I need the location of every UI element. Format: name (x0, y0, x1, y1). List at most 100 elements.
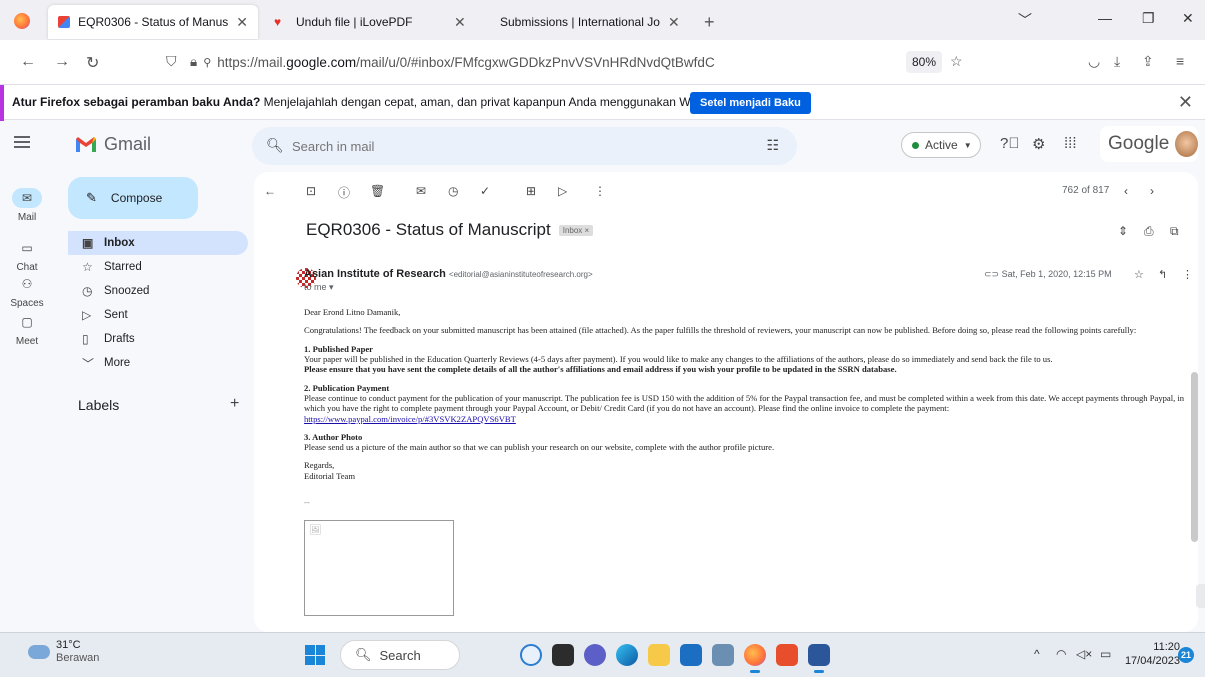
older-icon[interactable]: › (1150, 184, 1154, 198)
compose-button[interactable]: ✎ Compose (68, 177, 198, 219)
sidebar-item-sent[interactable]: ▷ Sent (68, 303, 248, 327)
forward-icon[interactable]: → (54, 53, 70, 71)
firefox-taskbar-icon[interactable] (744, 644, 766, 673)
paypal-invoice-link[interactable]: https://www.paypal.com/invoice/p/#3VSVK2… (304, 414, 516, 424)
notification-badge[interactable]: 21 (1178, 647, 1194, 663)
message-more-icon[interactable]: ⋮ (1182, 268, 1193, 281)
back-to-inbox-icon[interactable]: ← (264, 184, 276, 198)
move-to-icon[interactable]: ⊞ (526, 184, 536, 198)
back-icon[interactable]: ← (20, 53, 36, 71)
weather-widget[interactable]: 31°C Berawan (24, 639, 99, 665)
reply-icon[interactable]: ↰ (1158, 268, 1167, 281)
gmail-logo[interactable]: Gmail (76, 134, 151, 155)
sidebar-item-drafts[interactable]: ▯ Drafts (68, 327, 248, 351)
close-tab-icon[interactable]: ✕ (668, 14, 680, 31)
star-message-icon[interactable]: ☆ (1134, 268, 1144, 281)
tab-gmail[interactable]: EQR0306 - Status of Manuscript ✕ (48, 5, 258, 39)
section-title: 1. Published Paper (304, 343, 373, 354)
minimize-icon[interactable]: — (1098, 10, 1112, 26)
delete-icon[interactable]: 🗑︎ (370, 184, 385, 198)
pocket-icon[interactable]: ◡ (1088, 53, 1100, 70)
sidebar-item-more[interactable]: ﹀ More (68, 351, 248, 375)
apps-grid-icon[interactable]: ⁞⁞⁞ (1064, 135, 1077, 152)
close-window-icon[interactable]: ✕ (1182, 10, 1194, 27)
rail-item-spaces[interactable]: ⚇ Spaces (0, 274, 54, 309)
download-icon[interactable]: ⤓ (1114, 53, 1120, 70)
menu-icon[interactable]: ≡ (1176, 53, 1184, 69)
snooze-icon[interactable]: ◷ (448, 184, 458, 198)
reload-icon[interactable]: ↻ (86, 53, 99, 73)
close-tab-icon[interactable]: ✕ (236, 14, 248, 31)
bookmark-star-icon[interactable]: ☆ (950, 53, 963, 70)
search-options-icon[interactable]: ☷ (766, 137, 779, 154)
share-icon[interactable]: ⇪ (1142, 53, 1154, 70)
wifi-icon[interactable]: ◠ (1056, 647, 1066, 661)
google-account[interactable]: Google (1100, 126, 1198, 162)
rail-item-mail[interactable]: ✉ Mail (0, 188, 54, 223)
restore-icon[interactable]: ❐ (1142, 10, 1155, 27)
cloud-sun-icon (24, 639, 50, 659)
inbox-label-badge[interactable]: Inbox × (558, 224, 594, 236)
close-tab-icon[interactable]: ✕ (454, 14, 466, 31)
signoff: Regards, Editorial Team (304, 460, 1194, 481)
expand-icon[interactable]: ⇕ (1118, 224, 1128, 238)
sidebar-item-inbox[interactable]: ▣ Inbox (68, 231, 248, 255)
firefox-logo-icon[interactable] (14, 13, 30, 29)
gear-icon[interactable]: ⚙ (1032, 135, 1045, 153)
rail-item-chat[interactable]: ▭ Chat (0, 238, 54, 273)
battery-icon[interactable]: ▭ (1100, 647, 1111, 661)
rail-item-meet[interactable]: ▢ Meet (0, 312, 54, 347)
newer-icon[interactable]: ‹ (1124, 184, 1128, 198)
notification-accent (0, 85, 4, 121)
sender-name[interactable]: Asian Institute of Research (304, 268, 446, 280)
tab-ilovepdf[interactable]: ♥ Unduh file | iLovePDF ✕ (264, 5, 488, 39)
new-tab-button[interactable]: + (694, 5, 725, 39)
sidebar-item-starred[interactable]: ☆ Starred (68, 255, 248, 279)
set-default-button[interactable]: Setel menjadi Baku (690, 92, 811, 114)
tab-list-icon[interactable]: ﹀ (1018, 10, 1032, 30)
more-options-icon[interactable]: ⋮ (594, 184, 606, 198)
mark-unread-icon[interactable]: ✉ (416, 184, 426, 198)
add-task-icon[interactable]: ✓ (480, 184, 490, 198)
url-bar[interactable]: 🔒︎ ⚲ https://mail. google.com/mail/u/0/#i… (190, 48, 965, 76)
side-panel-toggle[interactable] (1196, 584, 1205, 608)
system-clock[interactable]: 11:20 17/04/2023 (1120, 640, 1180, 668)
avatar[interactable] (1175, 131, 1198, 157)
label-icon[interactable]: ▷ (558, 184, 567, 198)
photos-icon[interactable] (712, 644, 734, 666)
foxit-icon[interactable] (776, 644, 798, 666)
notification-text: Menjelajahlah dengan cepat, aman, dan pr… (260, 95, 708, 109)
search-bar[interactable]: 🔍︎ ☷ (252, 127, 797, 165)
lock-icon[interactable]: 🔒︎ (190, 54, 197, 70)
bing-app-icon[interactable] (520, 644, 542, 666)
open-new-window-icon[interactable]: ⧉ (1170, 224, 1179, 239)
scrollbar[interactable] (1191, 372, 1198, 542)
tab-submissions[interactable]: Submissions | International Jour ✕ (490, 5, 690, 39)
word-icon[interactable] (808, 644, 830, 673)
main-menu-icon[interactable] (14, 136, 30, 148)
task-view-icon[interactable] (552, 644, 574, 666)
windows-start-icon[interactable] (305, 645, 325, 665)
status-dropdown[interactable]: Active ▼ (901, 132, 981, 158)
print-icon[interactable]: ⎙ (1144, 224, 1154, 239)
permissions-icon[interactable]: ⚲ (203, 56, 211, 69)
mail-app-icon[interactable] (680, 644, 702, 666)
chevron-up-icon[interactable]: ^ (1034, 647, 1040, 661)
close-notification-icon[interactable]: ✕ (1178, 92, 1193, 113)
add-label-icon[interactable]: + (230, 395, 239, 413)
archive-icon[interactable]: ⊡ (306, 184, 316, 198)
report-spam-icon[interactable]: ⓘ (338, 184, 350, 201)
zoom-level[interactable]: 80% (906, 51, 942, 73)
edge-icon[interactable] (616, 644, 638, 666)
shield-icon[interactable]: ⛉ (166, 53, 177, 70)
search-icon[interactable]: 🔍︎ (266, 137, 284, 154)
help-icon[interactable]: ?⃝ (1000, 135, 1020, 152)
taskbar-search[interactable]: 🔍︎ Search (340, 640, 460, 670)
file-explorer-icon[interactable] (648, 644, 670, 666)
signature-image-placeholder: 🖼︎ (304, 520, 454, 616)
search-input[interactable] (292, 136, 692, 156)
chat-app-icon[interactable] (584, 644, 606, 666)
sidebar-item-snoozed[interactable]: ◷ Snoozed (68, 279, 248, 303)
volume-icon[interactable]: ◁× (1076, 647, 1092, 661)
recipient-toggle[interactable]: to me ▾ (304, 282, 334, 293)
